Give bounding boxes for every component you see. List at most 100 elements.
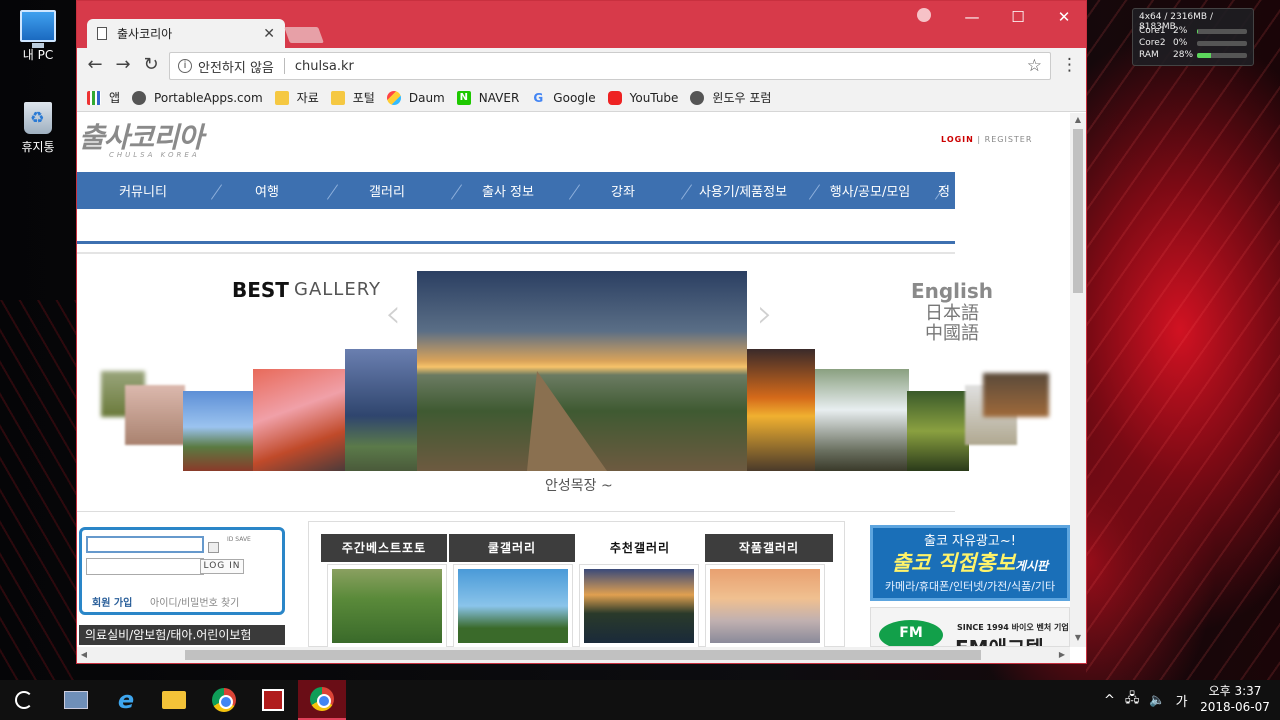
vertical-scrollbar[interactable]: ▲ ▼ (1070, 113, 1086, 647)
tab-cool-gallery[interactable]: 쿨갤러리 (449, 534, 575, 562)
browser-tab[interactable]: 출사코리아 ✕ (87, 19, 285, 48)
sysmon-label: Core2 (1139, 38, 1166, 48)
clock-date: 2018-06-07 (1200, 700, 1270, 714)
nav-item-more[interactable]: 정 (933, 181, 955, 200)
scroll-up-icon[interactable]: ▲ (1070, 115, 1086, 124)
carousel-thumb[interactable] (815, 369, 909, 471)
network-icon[interactable]: 🖧 (1125, 689, 1140, 711)
language-chinese[interactable]: 中國語 (907, 319, 997, 345)
login-button[interactable]: LOG IN (200, 559, 244, 574)
bookmark-youtube[interactable]: YouTube (607, 90, 678, 105)
free-ad-banner[interactable]: 출코 자유광고~! 출코 직접홍보게시판 카메라/휴대폰/인터넷/가전/식품/기… (870, 525, 1070, 601)
bookmark-portableapps[interactable]: PortableApps.com (132, 90, 263, 105)
nav-item-events[interactable]: 행사/공모/모임 (807, 181, 933, 200)
address-bar[interactable]: i 안전하지 않음 chulsa.kr ☆ (169, 52, 1051, 80)
url-text[interactable]: chulsa.kr (295, 59, 354, 74)
carousel-prev-icon[interactable]: ‹ (385, 291, 401, 337)
profile-icon[interactable] (917, 8, 931, 22)
vertical-scroll-thumb[interactable] (1073, 129, 1083, 293)
app-icon (262, 689, 284, 711)
tab-recommended-gallery[interactable]: 추천갤러리 (577, 534, 703, 562)
nav-item-lectures[interactable]: 강좌 (567, 181, 679, 200)
desktop-icon-recycle-bin[interactable]: 휴지통 (6, 102, 70, 155)
task-view-button[interactable] (52, 680, 100, 720)
id-save-label: ID SAVE (227, 536, 251, 543)
login-link[interactable]: LOGIN (941, 135, 974, 144)
chrome-icon (212, 688, 236, 712)
nav-item-gallery[interactable]: 갤러리 (325, 181, 449, 200)
carousel-thumb[interactable] (907, 391, 969, 471)
insurance-ad-banner[interactable]: 의료실비/암보험/태아.어린이보험 (79, 625, 285, 645)
taskbar-file-explorer[interactable] (150, 680, 198, 720)
forward-button[interactable]: → (113, 55, 133, 75)
info-icon[interactable]: i (178, 59, 192, 73)
scroll-left-icon[interactable]: ◀ (77, 647, 91, 663)
nav-item-travel[interactable]: 여행 (209, 181, 325, 200)
horizontal-scroll-thumb[interactable] (185, 650, 981, 660)
nav-item-photo-info[interactable]: 출사 정보 (449, 181, 567, 200)
tray-expand-icon[interactable]: ^ (1104, 693, 1115, 708)
bookmark-folder-data[interactable]: 자료 (274, 89, 319, 106)
carousel-thumb[interactable] (747, 349, 815, 471)
id-input[interactable] (86, 536, 204, 553)
gallery-thumb[interactable] (579, 564, 699, 647)
bookmark-folder-portal[interactable]: 포털 (330, 89, 375, 106)
new-tab-button[interactable] (284, 27, 324, 43)
close-window-button[interactable]: ✕ (1049, 7, 1079, 27)
bookmark-label: Daum (408, 90, 445, 105)
taskbar-chrome[interactable] (200, 680, 248, 720)
minimize-button[interactable]: — (957, 7, 987, 27)
bookmark-apps[interactable]: 앱 (87, 89, 120, 106)
carousel-next-icon[interactable]: › (757, 291, 773, 337)
gallery-thumb[interactable] (453, 564, 573, 647)
apps-icon (87, 90, 101, 105)
carousel-thumb[interactable] (183, 391, 255, 471)
browser-titlebar[interactable]: 출사코리아 ✕ — ☐ ✕ (77, 1, 1086, 48)
carousel-thumb[interactable] (345, 349, 417, 471)
site-logo[interactable]: 출사코리아 CHULSA KOREA (79, 123, 224, 160)
fm-agtech-ad[interactable]: FM SINCE 1994 바이오 벤처 기업 FM애그텍 (870, 607, 1070, 647)
reload-button[interactable]: ↻ (141, 55, 161, 75)
volume-icon[interactable]: 🔈 (1149, 693, 1165, 708)
gallery-label: GALLERY (294, 279, 382, 300)
gallery-thumb[interactable] (705, 564, 825, 647)
gallery-thumb[interactable] (327, 564, 447, 647)
ad-line3: 카메라/휴대폰/인터넷/가전/식품/기타 (884, 580, 1056, 593)
tab-works-gallery[interactable]: 작품갤러리 (705, 534, 833, 562)
tab-weekly-best[interactable]: 주간베스트포토 (321, 534, 447, 562)
bookmark-star-icon[interactable]: ☆ (1027, 56, 1042, 76)
taskbar-app[interactable] (249, 680, 297, 720)
join-link[interactable]: 회원 가입 (92, 594, 132, 609)
find-account-link[interactable]: 아이디/비밀번호 찾기 (150, 594, 239, 609)
nav-item-community[interactable]: 커뮤니티 (77, 181, 209, 200)
taskbar-clock[interactable]: 오후 3:37 2018-06-07 (1198, 683, 1272, 715)
desktop-icon-my-pc[interactable]: 내 PC (6, 10, 70, 63)
carousel-thumb[interactable] (253, 369, 347, 471)
nav-item-reviews[interactable]: 사용기/제품정보 (679, 181, 807, 200)
bookmark-label: Google (553, 90, 596, 105)
back-button[interactable]: ← (85, 55, 105, 75)
chrome-menu-icon[interactable]: ⋮ (1061, 55, 1078, 75)
scroll-right-icon[interactable]: ▶ (1055, 647, 1069, 663)
register-link[interactable]: REGISTER (985, 135, 1033, 144)
bookmark-windows-forum[interactable]: 윈도우 포럼 (690, 89, 771, 106)
bookmark-daum[interactable]: Daum (386, 90, 445, 105)
auth-links: LOGIN | REGISTER (941, 135, 1032, 144)
scroll-down-icon[interactable]: ▼ (1070, 633, 1086, 642)
cortana-search-button[interactable] (0, 680, 48, 720)
carousel-thumb[interactable] (983, 373, 1049, 417)
bookmark-naver[interactable]: N NAVER (456, 90, 519, 105)
bookmark-label: PortableApps.com (154, 90, 263, 105)
featured-photo[interactable] (417, 271, 747, 471)
tab-close-icon[interactable]: ✕ (263, 26, 275, 42)
ime-indicator[interactable]: 가 (1176, 691, 1188, 710)
taskbar-chrome-active[interactable] (298, 680, 346, 720)
id-save-checkbox[interactable] (208, 542, 219, 553)
bookmark-google[interactable]: G Google (531, 91, 595, 105)
maximize-button[interactable]: ☐ (1003, 7, 1033, 27)
horizontal-scrollbar[interactable]: ◀ ▶ (77, 647, 1070, 663)
carousel-thumb[interactable] (125, 385, 185, 445)
clock-time: 오후 3:37 (1208, 684, 1262, 698)
taskbar-ie[interactable]: e (102, 680, 150, 720)
password-input[interactable] (86, 558, 204, 575)
